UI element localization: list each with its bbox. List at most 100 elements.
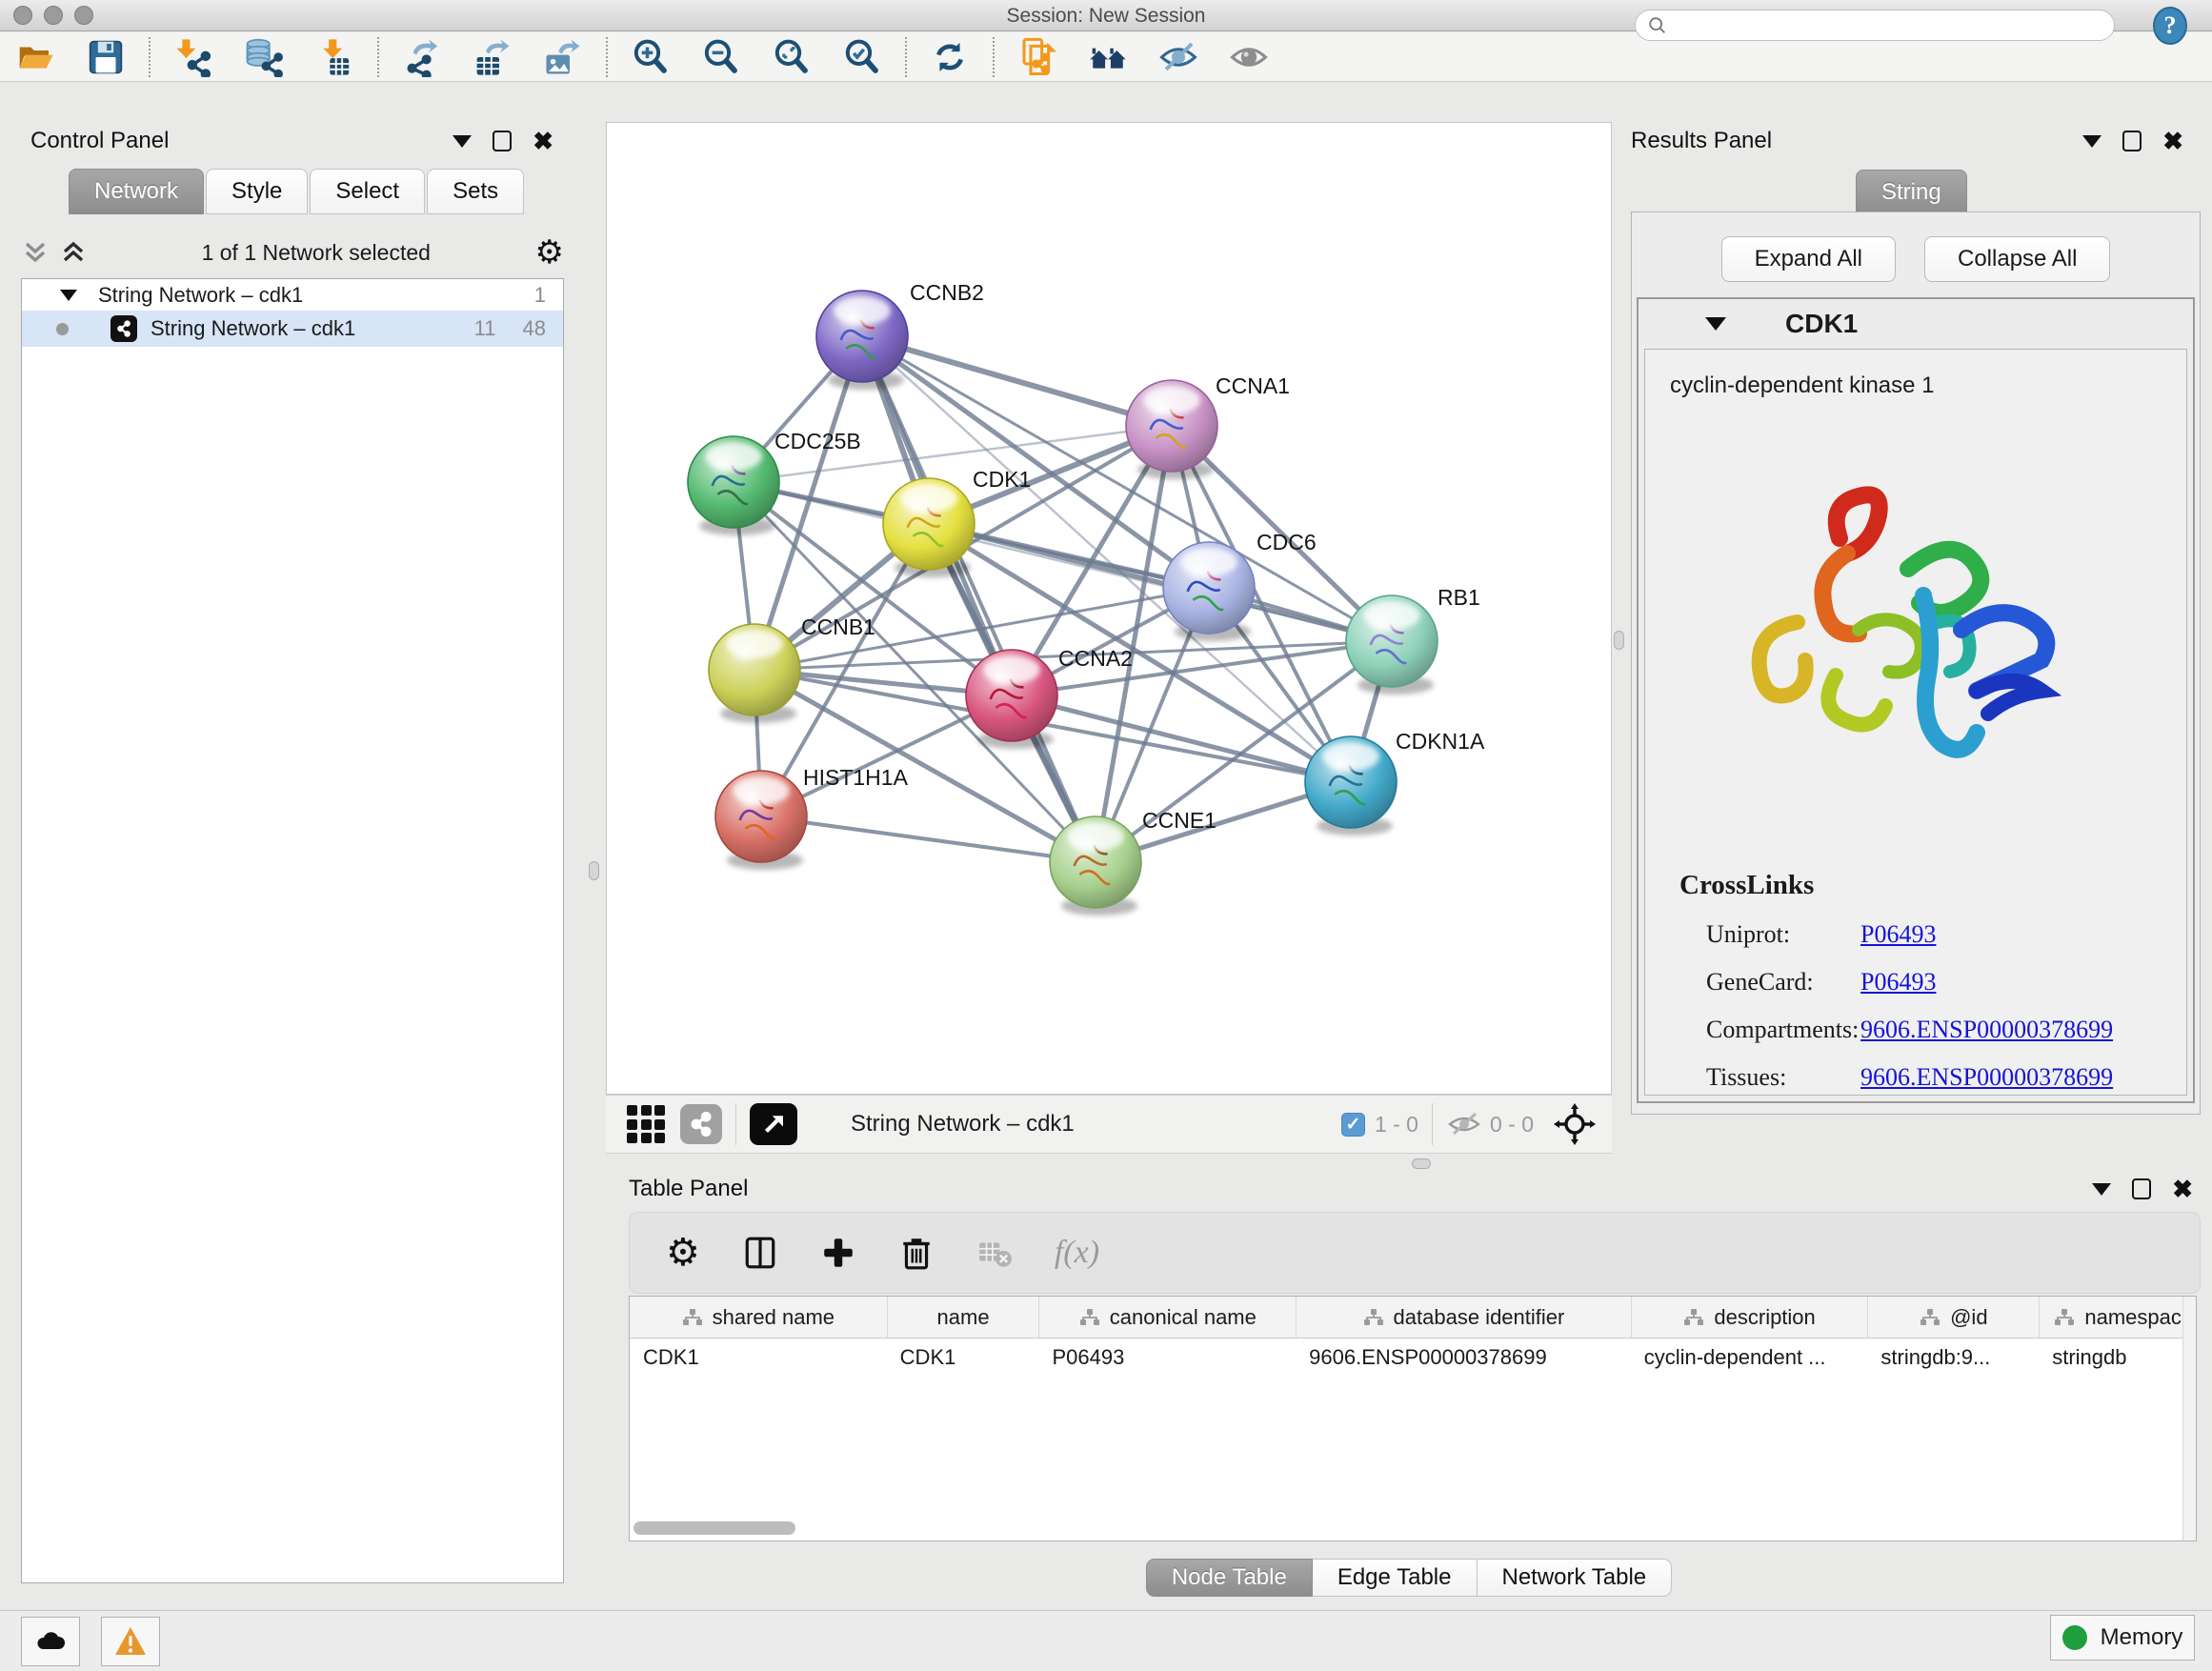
export-image-button[interactable] (528, 34, 598, 80)
import-table-file-icon (314, 37, 354, 77)
column-header-namespac[interactable]: namespac (2039, 1297, 2196, 1338)
column-header-name[interactable]: name (887, 1297, 1039, 1338)
table-cell[interactable]: cyclin-dependent ... (1631, 1345, 1868, 1370)
crosslink-link[interactable]: P06493 (1860, 920, 1936, 949)
cloud-button[interactable] (21, 1617, 80, 1666)
table-options-gear-icon[interactable]: ⚙ (666, 1231, 700, 1275)
collapse-all-button[interactable]: Collapse All (1924, 236, 2110, 282)
results-panel-close-icon[interactable]: ✖ (2162, 131, 2183, 151)
network-node-ccnb2[interactable]: CCNB2 (816, 280, 984, 390)
tab-select[interactable]: Select (310, 169, 425, 214)
vertical-splitter-handle[interactable] (589, 861, 599, 880)
results-panel-menu-icon[interactable] (2082, 135, 2101, 148)
network-options-gear-icon[interactable]: ⚙ (535, 236, 564, 269)
control-panel-float-icon[interactable] (493, 131, 512, 151)
horizontal-splitter-handle[interactable] (1412, 1158, 1431, 1169)
control-panel-menu-icon[interactable] (452, 135, 472, 148)
crosslink-link[interactable]: 9606.ENSP00000378699 (1860, 1016, 2113, 1044)
network-node-cdkn1a[interactable]: CDKN1A (1305, 729, 1485, 836)
network-edge[interactable] (761, 816, 1096, 862)
crosslink-link[interactable]: P06493 (1860, 968, 1936, 997)
tab-style[interactable]: Style (206, 169, 308, 214)
table-cell[interactable]: 9606.ENSP00000378699 (1296, 1345, 1631, 1370)
first-neighbors-button[interactable] (1073, 34, 1143, 80)
column-header-shared-name[interactable]: shared name (630, 1297, 887, 1338)
warnings-button[interactable] (101, 1617, 160, 1666)
table-panel-menu-icon[interactable] (2092, 1183, 2111, 1196)
add-column-icon[interactable] (820, 1235, 856, 1271)
show-all-button[interactable] (1214, 34, 1284, 80)
table-row[interactable]: CDK1CDK1P064939606.ENSP00000378699cyclin… (630, 1339, 2196, 1377)
network-node-cdc25b[interactable]: CDC25B (688, 429, 861, 535)
gene-card-collapse-icon[interactable] (1705, 317, 1726, 331)
delete-column-icon[interactable] (898, 1235, 935, 1271)
zoom-out-button[interactable] (686, 34, 756, 80)
tree-expand-icon[interactable] (60, 290, 77, 301)
import-table-file-button[interactable] (299, 34, 370, 80)
network-node-ccnb1[interactable]: CCNB1 (709, 614, 875, 723)
table-cell[interactable]: stringdb (2039, 1345, 2196, 1370)
table-cell[interactable]: P06493 (1038, 1345, 1296, 1370)
network-node-rb1[interactable]: RB1 (1346, 585, 1480, 695)
network-node-hist1h1a[interactable]: HIST1H1A (715, 765, 909, 870)
tab-edge-table[interactable]: Edge Table (1313, 1559, 1478, 1597)
open-session-button[interactable] (0, 34, 70, 80)
network-edge[interactable] (929, 524, 1392, 641)
vertical-splitter-handle[interactable] (1614, 631, 1624, 650)
help-button[interactable]: ? (2151, 7, 2189, 45)
clone-network-button[interactable] (1002, 34, 1073, 80)
network-node-ccne1[interactable]: CCNE1 (1050, 808, 1217, 916)
open-session-icon (15, 37, 55, 77)
grid-view-icon[interactable] (627, 1105, 665, 1143)
column-header-canonical-name[interactable]: canonical name (1038, 1297, 1296, 1338)
selected-checkbox-icon[interactable]: ✓ (1341, 1113, 1365, 1137)
table-cell[interactable]: CDK1 (887, 1345, 1039, 1370)
table-horizontal-scrollbar[interactable] (633, 1521, 2177, 1537)
hide-selected-button[interactable] (1143, 34, 1214, 80)
tab-network[interactable]: Network (69, 169, 204, 214)
memory-button[interactable]: Memory (2050, 1615, 2195, 1661)
table-panel-float-icon[interactable] (2132, 1178, 2151, 1199)
show-columns-icon[interactable] (742, 1235, 778, 1271)
network-collection-row[interactable]: String Network – cdk1 1 (22, 279, 563, 311)
export-table-button[interactable] (457, 34, 528, 80)
refresh-layout-button[interactable] (915, 34, 985, 80)
delete-table-icon[interactable] (976, 1235, 1013, 1271)
function-builder-icon[interactable]: f(x) (1055, 1235, 1099, 1271)
network-birdseye-share-icon[interactable] (680, 1104, 722, 1144)
export-table-icon (473, 37, 513, 77)
expand-all-button[interactable]: Expand All (1721, 236, 1896, 282)
gene-card-header[interactable]: CDK1 (1639, 299, 2193, 349)
expand-all-icon[interactable] (59, 238, 88, 267)
column-header--id[interactable]: @id (1867, 1297, 2039, 1338)
table-cell[interactable]: stringdb:9... (1867, 1345, 2039, 1370)
tab-node-table[interactable]: Node Table (1146, 1559, 1313, 1597)
collapse-all-icon[interactable] (21, 238, 50, 267)
import-network-database-button[interactable] (229, 34, 299, 80)
search-input[interactable] (1674, 15, 2093, 35)
control-panel-close-icon[interactable]: ✖ (533, 131, 553, 151)
table-cell[interactable]: CDK1 (630, 1345, 887, 1370)
network-canvas[interactable]: CCNB2CCNA1CDC25BCDK1CDC6RB1CCNB1CCNA2CDK… (606, 122, 1612, 1095)
detach-view-button[interactable] (750, 1103, 797, 1145)
network-row-selected[interactable]: String Network – cdk1 11 48 (22, 311, 563, 347)
tab-sets[interactable]: Sets (427, 169, 524, 214)
tab-string[interactable]: String (1856, 170, 1967, 215)
network-current-dot-icon (56, 323, 69, 335)
import-network-file-button[interactable] (158, 34, 229, 80)
birdseye-crosshair-icon[interactable] (1553, 1102, 1597, 1146)
network-node-ccna2[interactable]: CCNA2 (966, 646, 1133, 749)
zoom-selected-button[interactable] (827, 34, 897, 80)
zoom-in-button[interactable] (615, 34, 686, 80)
column-header-description[interactable]: description (1631, 1297, 1868, 1338)
table-panel-close-icon[interactable]: ✖ (2172, 1179, 2193, 1198)
save-session-button[interactable] (70, 34, 141, 80)
results-panel-float-icon[interactable] (2122, 131, 2142, 151)
table-vertical-scrollbar[interactable] (2182, 1297, 2196, 1540)
tab-network-table[interactable]: Network Table (1478, 1559, 1673, 1597)
column-header-database-identifier[interactable]: database identifier (1296, 1297, 1631, 1338)
network-edge[interactable] (862, 336, 1172, 426)
export-network-button[interactable] (387, 34, 457, 80)
crosslink-link[interactable]: 9606.ENSP00000378699 (1860, 1063, 2113, 1092)
zoom-fit-button[interactable] (756, 34, 827, 80)
